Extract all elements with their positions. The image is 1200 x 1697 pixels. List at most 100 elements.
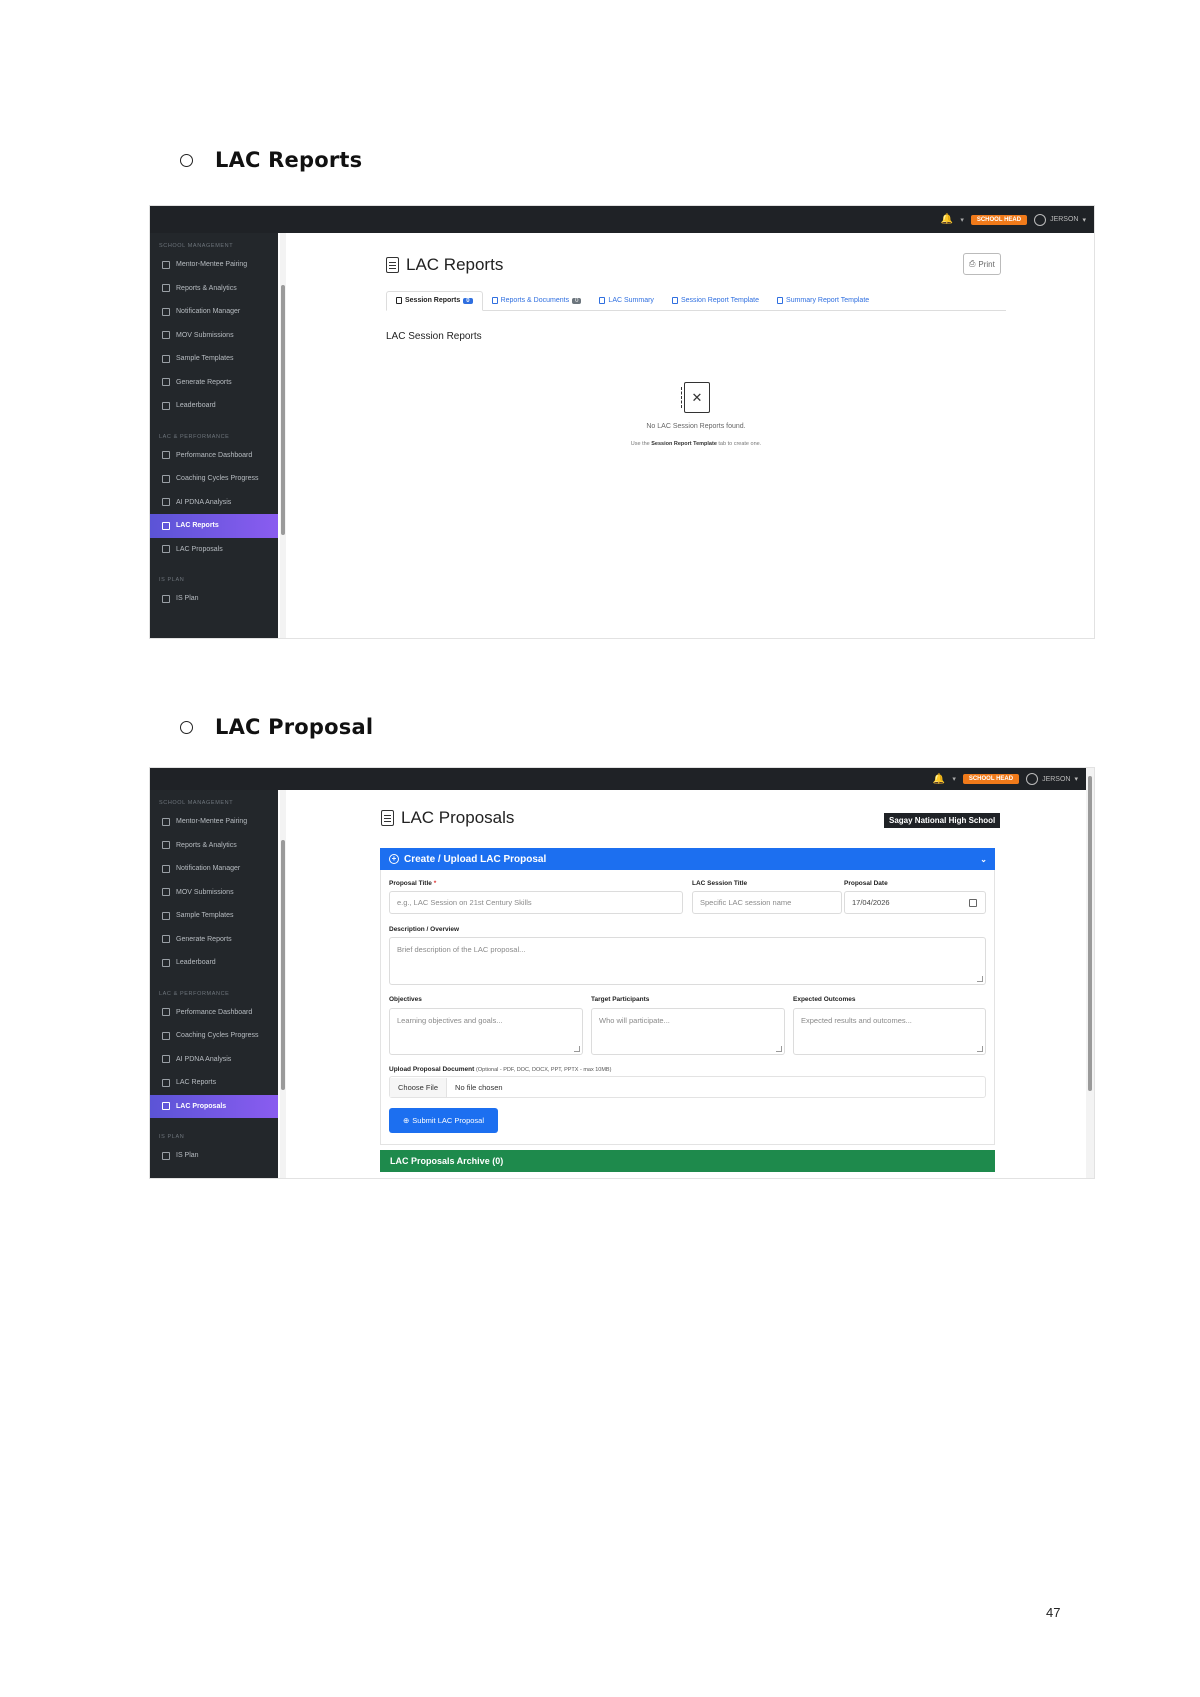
tab-reports-documents[interactable]: Reports & Documents 0 [483, 297, 591, 310]
chart-icon [162, 284, 170, 293]
users-icon [162, 260, 170, 269]
sidebar-item-lac-proposals[interactable]: LAC Proposals [150, 1094, 278, 1118]
user-menu[interactable]: JERSON ▾ [1026, 773, 1078, 785]
flag-icon [162, 594, 170, 603]
screenshot-lac-reports: 🔔 ▾ SCHOOL HEAD JERSON ▾ SCHOOL MANAGEME… [149, 205, 1095, 639]
sidebar-item-lac-reports[interactable]: LAC Reports [150, 514, 278, 538]
proposal-date-label: Proposal Date [844, 880, 888, 887]
sidebar-item-lac-proposals[interactable]: LAC Proposals [150, 538, 278, 562]
sidebar-item-leaderboard[interactable]: Leaderboard [150, 394, 278, 418]
bullet-icon [180, 153, 193, 167]
sidebar-group-label: SCHOOL MANAGEMENT [159, 800, 234, 806]
gear-icon [162, 935, 170, 944]
choose-file-button[interactable]: Choose File [390, 1077, 448, 1097]
trophy-icon [162, 401, 170, 410]
participants-textarea[interactable]: Who will participate... [591, 1008, 785, 1055]
sidebar-item-coaching-cycles-progress[interactable]: Coaching Cycles Progress [150, 467, 278, 491]
sidebar-group-label: LAC & PERFORMANCE [159, 433, 230, 440]
session-title-label: LAC Session Title [692, 880, 748, 887]
file-upload-input[interactable]: Choose File No file chosen [389, 1076, 986, 1098]
sidebar-item-ai-pdna-analysis[interactable]: AI PDNA Analysis [150, 491, 278, 515]
file-icon [162, 354, 170, 363]
sidebar-item-sample-templates[interactable]: Sample Templates [150, 347, 278, 371]
page-number: 47 [1046, 1605, 1061, 1620]
sidebar-item-generate-reports[interactable]: Generate Reports [150, 371, 278, 395]
sidebar: SCHOOL MANAGEMENT Mentor-Mentee Pairing … [150, 790, 278, 1178]
proposal-title-label: Proposal Title * [389, 880, 437, 887]
notebook-x-icon: ✕ [681, 382, 710, 413]
proposals-archive-header[interactable]: LAC Proposals Archive (0) [380, 1150, 995, 1172]
submit-proposal-button[interactable]: ⊕ Submit LAC Proposal [389, 1108, 498, 1133]
sidebar-item-lac-reports[interactable]: LAC Reports [150, 1071, 278, 1095]
tab-summary-report-template[interactable]: Summary Report Template [768, 297, 878, 310]
file-icon [162, 545, 170, 554]
proposal-title-input[interactable]: e.g., LAC Session on 21st Century Skills [389, 891, 683, 914]
sidebar-item-is-plan[interactable]: IS Plan [150, 587, 278, 611]
description-textarea[interactable]: Brief description of the LAC proposal... [389, 937, 986, 985]
gear-icon [162, 378, 170, 387]
sidebar-group-label: IS PLAN [159, 1134, 185, 1140]
create-proposal-card-body: Proposal Title * e.g., LAC Session on 21… [380, 870, 995, 1145]
school-badge: Sagay National High School [884, 813, 1001, 828]
outcomes-textarea[interactable]: Expected results and outcomes... [793, 1008, 986, 1055]
users-icon [162, 817, 170, 826]
bell-icon[interactable]: 🔔 [941, 214, 953, 225]
bullet-icon [180, 720, 193, 734]
page-title: LAC Proposals [381, 808, 514, 828]
chevron-down-icon[interactable]: ▾ [960, 216, 964, 224]
file-icon [162, 521, 170, 530]
user-avatar-icon [1026, 773, 1039, 785]
user-avatar-icon [1034, 213, 1047, 226]
user-menu[interactable]: JERSON ▾ [1034, 213, 1086, 226]
sidebar-item-reports-analytics[interactable]: Reports & Analytics [150, 277, 278, 301]
folder-icon [162, 888, 170, 897]
graph-icon [162, 1008, 170, 1017]
sidebar-item-mentor-mentee-pairing[interactable]: Mentor-Mentee Pairing [150, 810, 278, 834]
sidebar-item-mentor-mentee-pairing[interactable]: Mentor-Mentee Pairing [150, 253, 278, 277]
sidebar-item-mov-submissions[interactable]: MOV Submissions [150, 881, 278, 905]
sidebar-item-reports-analytics[interactable]: Reports & Analytics [150, 834, 278, 858]
sidebar-item-generate-reports[interactable]: Generate Reports [150, 928, 278, 952]
empty-state-message: No LAC Session Reports found. [646, 423, 746, 430]
sidebar-item-notification-manager[interactable]: Notification Manager [150, 300, 278, 324]
file-icon [396, 297, 402, 304]
sidebar-item-performance-dashboard[interactable]: Performance Dashboard [150, 444, 278, 468]
file-icon [777, 297, 784, 304]
file-icon [599, 297, 606, 304]
sidebar-item-ai-pdna-analysis[interactable]: AI PDNA Analysis [150, 1048, 278, 1072]
sidebar-item-leaderboard[interactable]: Leaderboard [150, 951, 278, 975]
section-title: LAC Reports [215, 148, 363, 172]
chevron-down-icon: ▾ [1074, 776, 1078, 783]
user-name: JERSON [1042, 775, 1071, 783]
calendar-icon[interactable] [969, 898, 977, 907]
tab-bar: Session Reports 0 Reports & Documents 0 LA… [386, 289, 1006, 311]
folder-icon [162, 331, 170, 340]
plus-circle-icon: + [389, 854, 399, 864]
bell-icon[interactable]: 🔔 [933, 774, 945, 785]
top-navbar: 🔔 ▾ SCHOOL HEAD JERSON ▾ [150, 768, 1086, 790]
tab-session-reports[interactable]: Session Reports 0 [386, 291, 483, 311]
chevron-down-icon[interactable]: ▾ [952, 775, 956, 783]
tab-lac-summary[interactable]: LAC Summary [590, 297, 663, 310]
objectives-textarea[interactable]: Learning objectives and goals... [389, 1008, 583, 1055]
sidebar-item-is-plan[interactable]: IS Plan [150, 1144, 278, 1168]
empty-state-hint: Use the Session Report Template tab to c… [630, 441, 762, 447]
bell-icon [162, 307, 170, 316]
sidebar-group-label: LAC & PERFORMANCE [159, 990, 230, 997]
sidebar-item-mov-submissions[interactable]: MOV Submissions [150, 324, 278, 348]
proposal-date-input[interactable]: 17/04/2026 [844, 891, 986, 914]
session-title-input[interactable]: Specific LAC session name [692, 891, 842, 914]
outcomes-label: Expected Outcomes [793, 996, 856, 1003]
sidebar-item-performance-dashboard[interactable]: Performance Dashboard [150, 1001, 278, 1025]
role-badge: SCHOOL HEAD [970, 214, 1028, 225]
tab-session-report-template[interactable]: Session Report Template [663, 297, 768, 310]
file-report-icon [386, 257, 399, 273]
sidebar-item-notification-manager[interactable]: Notification Manager [150, 857, 278, 881]
create-proposal-card-header[interactable]: + Create / Upload LAC Proposal ⌄ [380, 848, 995, 870]
count-badge: 0 [572, 297, 582, 304]
sidebar-item-sample-templates[interactable]: Sample Templates [150, 904, 278, 928]
robot-icon [162, 498, 170, 507]
print-button[interactable]: ⎙ Print [963, 253, 1001, 275]
sidebar-item-coaching-cycles-progress[interactable]: Coaching Cycles Progress [150, 1024, 278, 1048]
page-scrollbar[interactable] [1086, 768, 1094, 1178]
